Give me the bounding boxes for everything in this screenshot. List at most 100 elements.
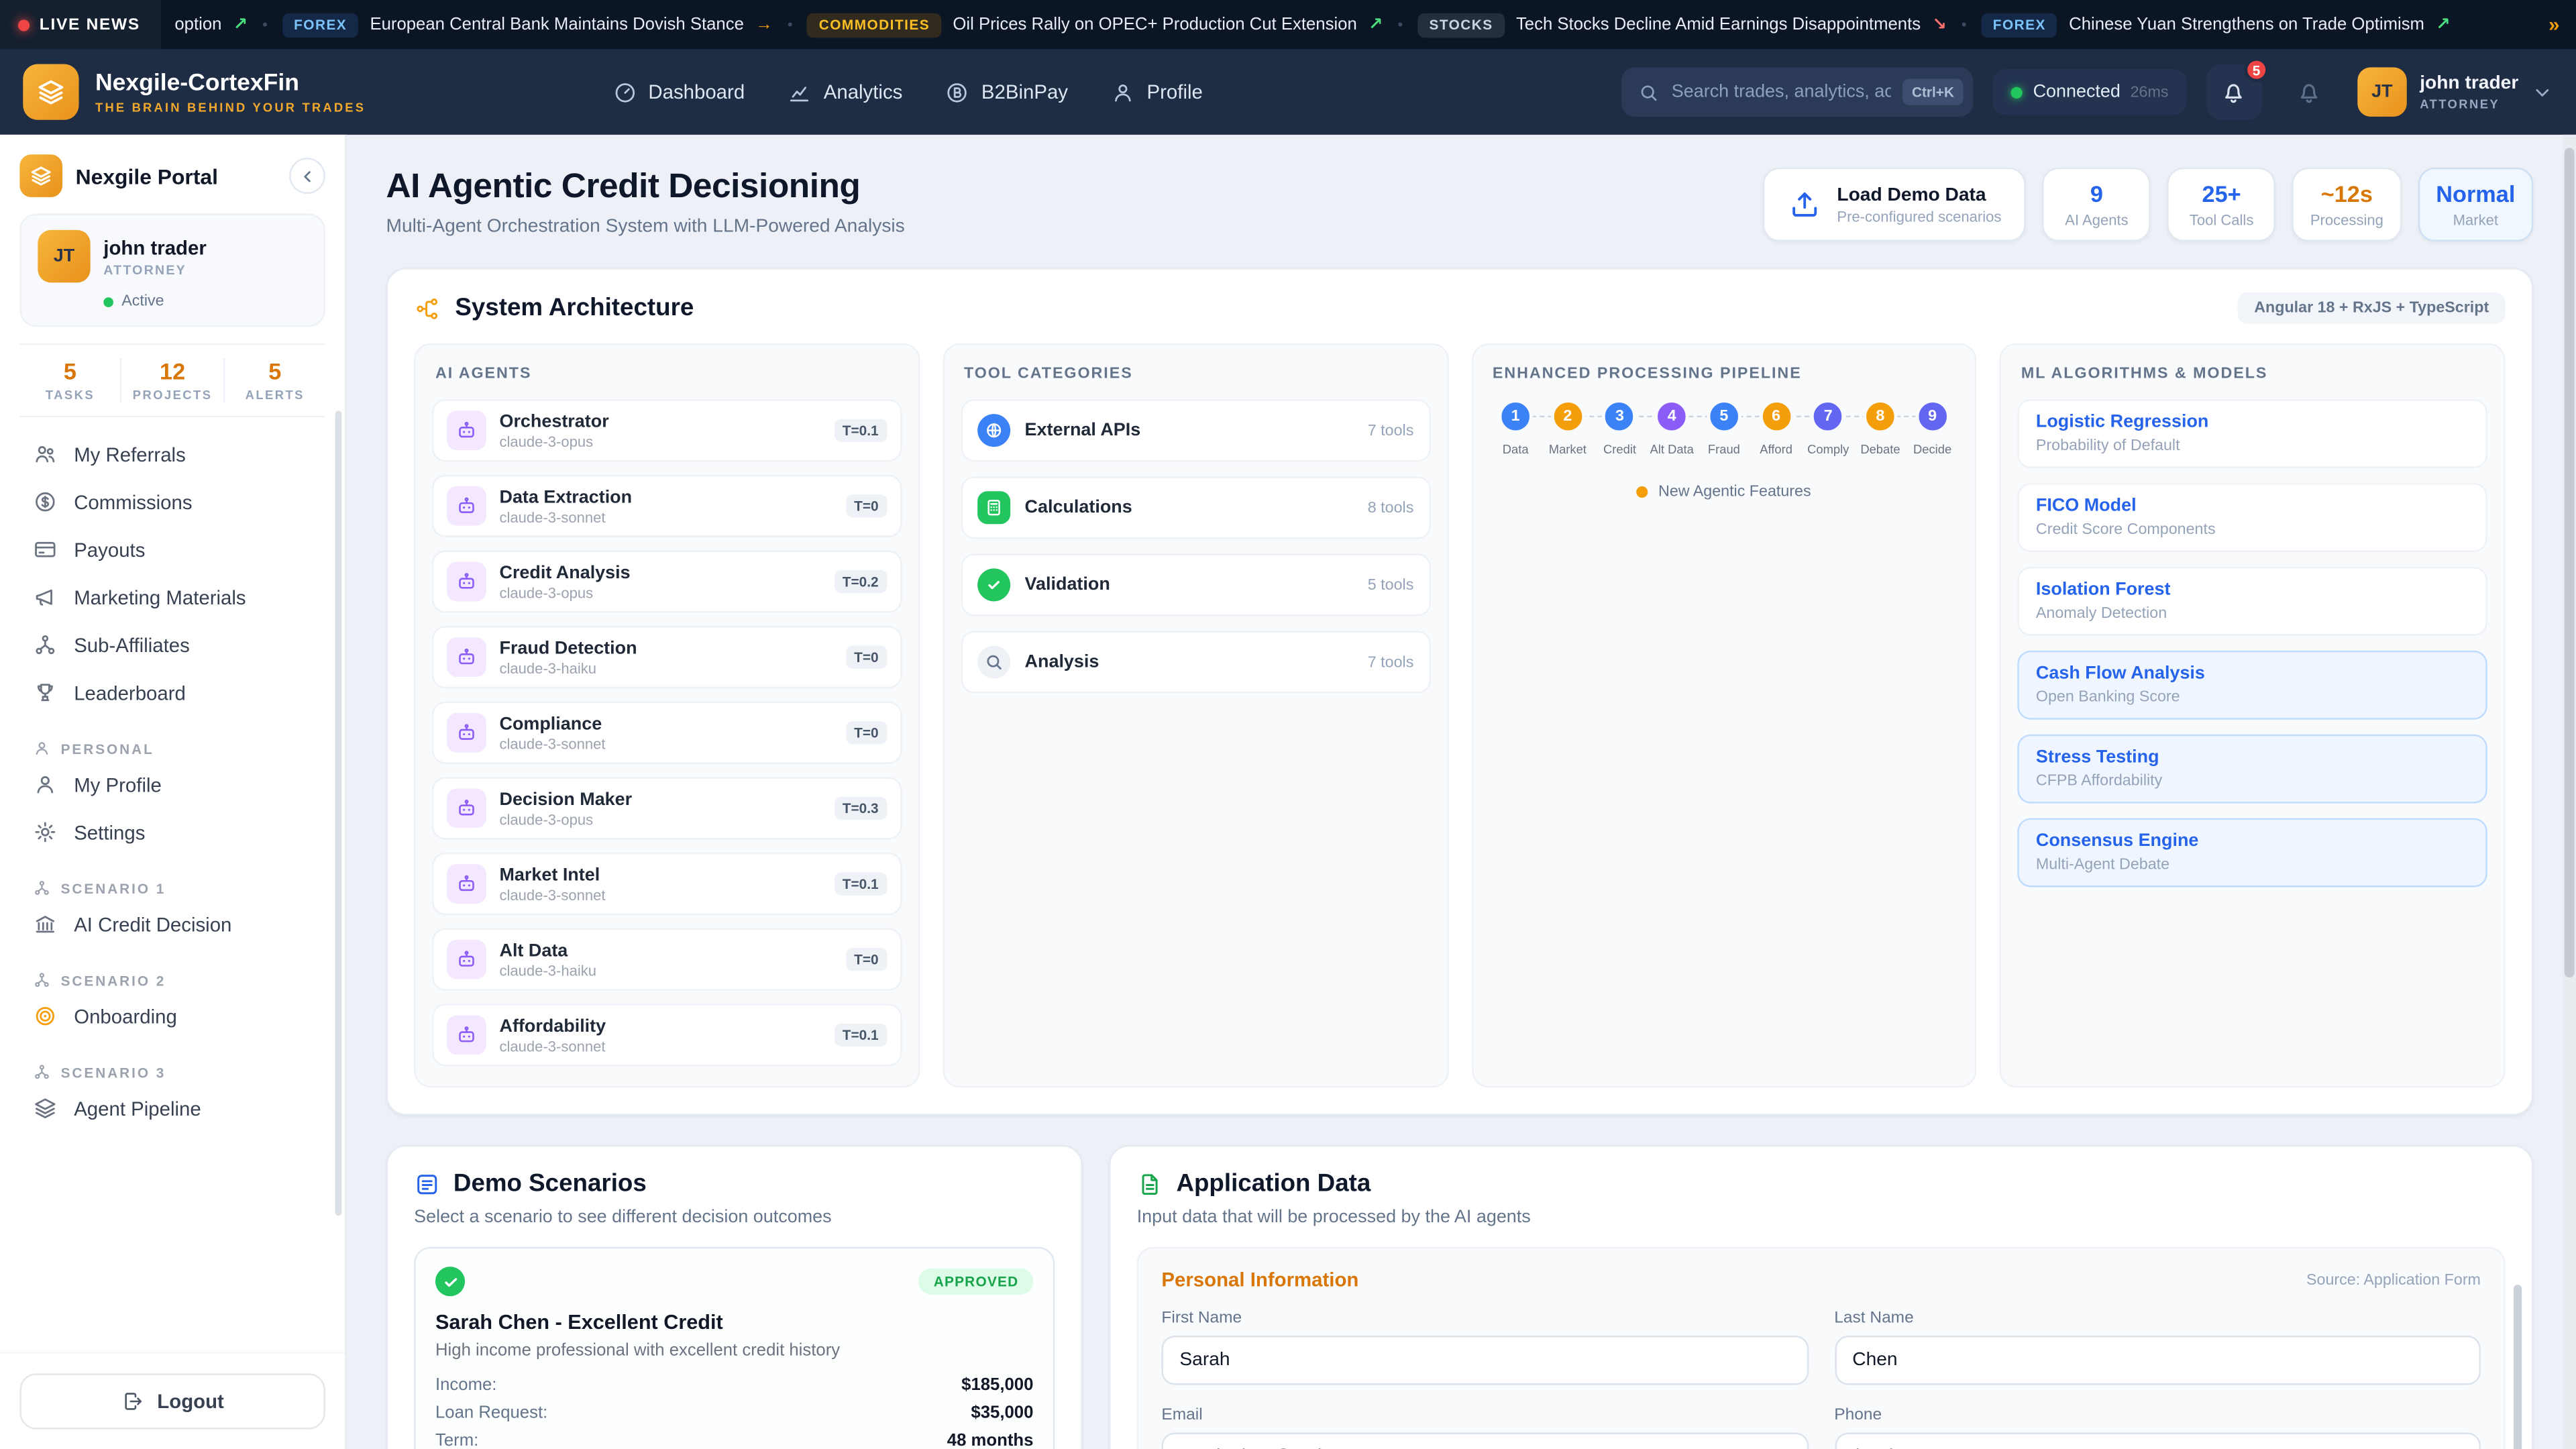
nav-profile[interactable]: Profile bbox=[1111, 80, 1203, 105]
sidebar-item-commissions[interactable]: Commissions bbox=[19, 478, 325, 526]
layers-icon bbox=[23, 64, 78, 120]
agent-temperature-badge: T=0 bbox=[846, 948, 887, 971]
check-circle-icon bbox=[435, 1267, 465, 1296]
ticker-item[interactable]: COMMODITIES Oil Prices Rally on OPEC+ Pr… bbox=[808, 12, 1383, 37]
sidebar-item-agent-pipeline[interactable]: Agent Pipeline bbox=[19, 1084, 325, 1132]
agent-model: claude-3-sonnet bbox=[499, 886, 820, 902]
pipeline-step: 4 Alt Data bbox=[1649, 399, 1695, 457]
agent-item: Alt Data claude-3-haiku T=0 bbox=[432, 928, 902, 991]
sidebar-item-my-referrals[interactable]: My Referrals bbox=[19, 431, 325, 478]
tool-category-calculations: Calculations 8 tools bbox=[961, 476, 1430, 539]
agent-item: Orchestrator claude-3-opus T=0.1 bbox=[432, 399, 902, 462]
pipeline-step-number: 6 bbox=[1759, 399, 1793, 433]
ticker-item[interactable]: FOREX Chinese Yuan Strengthens on Trade … bbox=[1982, 12, 2451, 37]
layers-icon bbox=[19, 154, 62, 197]
sidebar-item-onboarding[interactable]: Onboarding bbox=[19, 992, 325, 1040]
nav-dashboard[interactable]: Dashboard bbox=[612, 80, 745, 105]
agent-item: Compliance claude-3-sonnet T=0 bbox=[432, 702, 902, 764]
demo-scenarios-card: Demo Scenarios Select a scenario to see … bbox=[386, 1145, 1083, 1449]
notifications-button[interactable]: 5 bbox=[2206, 64, 2262, 120]
top-nav: Dashboard Analytics B2BinPay Profile bbox=[612, 80, 1203, 105]
ticker-next-icon[interactable]: » bbox=[2548, 13, 2559, 36]
app-header: Nexgile-CortexFin THE BRAIN BEHIND YOUR … bbox=[0, 49, 2576, 134]
ticker-item[interactable]: STOCKS Tech Stocks Decline Amid Earnings… bbox=[1417, 12, 1947, 37]
tool-category-analysis: Analysis 7 tools bbox=[961, 631, 1430, 693]
agent-model: claude-3-sonnet bbox=[499, 1038, 820, 1054]
bell-icon bbox=[2296, 78, 2324, 106]
page-title: AI Agentic Credit Decisioning bbox=[386, 168, 905, 207]
ai-agents-column: AI AGENTS Orchestrator claude-3-opus T=0… bbox=[414, 343, 920, 1087]
page-scrollbar-thumb[interactable] bbox=[2565, 148, 2575, 977]
header-right-cluster: Ctrl+K Connected 26ms 5 JT john trader A… bbox=[1622, 64, 2553, 120]
nav-b2binpay[interactable]: B2BinPay bbox=[945, 80, 1068, 105]
agent-name: Decision Maker bbox=[499, 790, 820, 809]
sidebar-section-personal: PERSONAL bbox=[19, 733, 325, 761]
tool-categories-column: TOOL CATEGORIES External APIs 7 tools bbox=[943, 343, 1448, 1087]
chevron-down-icon bbox=[2532, 81, 2553, 103]
sidebar-item-sub-affiliates[interactable]: Sub-Affiliates bbox=[19, 621, 325, 669]
stat-projects: 12PROJECTS bbox=[121, 358, 223, 402]
robot-icon bbox=[447, 486, 486, 526]
global-search: Ctrl+K bbox=[1622, 67, 1974, 116]
magnifier-icon bbox=[977, 645, 1010, 678]
sidebar-scrollbar[interactable] bbox=[335, 411, 342, 1216]
pipeline-step: 8 Debate bbox=[1858, 399, 1904, 457]
robot-icon bbox=[447, 864, 486, 904]
logout-button[interactable]: Logout bbox=[19, 1373, 325, 1429]
approved-badge: APPROVED bbox=[919, 1269, 1034, 1295]
pipeline-step: 5 Fraud bbox=[1701, 399, 1748, 457]
ticker-item[interactable]: option ↗ bbox=[174, 15, 248, 34]
b2binpay-icon bbox=[945, 80, 970, 105]
brand-tagline: THE BRAIN BEHIND YOUR TRADES bbox=[95, 99, 366, 114]
sidebar-stats: 5TASKS 12PROJECTS 5ALERTS bbox=[19, 343, 325, 417]
sidebar-item-settings[interactable]: Settings bbox=[19, 808, 325, 856]
sidebar-user-card: JT john trader ATTORNEY Active bbox=[19, 213, 325, 327]
user-role: ATTORNEY bbox=[103, 262, 206, 277]
first-name-input[interactable] bbox=[1161, 1336, 1808, 1385]
sidebar-item-my-profile[interactable]: My Profile bbox=[19, 761, 325, 808]
stat-alerts: 5ALERTS bbox=[223, 358, 325, 402]
ticker-category-badge: COMMODITIES bbox=[808, 12, 942, 37]
last-name-input[interactable] bbox=[1834, 1336, 2481, 1385]
agent-temperature-badge: T=0 bbox=[846, 494, 887, 517]
agent-name: Credit Analysis bbox=[499, 563, 820, 582]
pipeline-step-label: Alt Data bbox=[1650, 442, 1694, 457]
field-phone: Phone bbox=[1834, 1406, 2481, 1449]
sidebar-item-leaderboard[interactable]: Leaderboard bbox=[19, 669, 325, 716]
page-scrollbar[interactable] bbox=[2563, 135, 2576, 1449]
agent-temperature-badge: T=0.1 bbox=[835, 872, 887, 895]
agent-name: Alt Data bbox=[499, 941, 833, 960]
user-menu[interactable]: JT john trader ATTORNEY bbox=[2357, 67, 2553, 116]
sidebar-item-payouts[interactable]: Payouts bbox=[19, 526, 325, 574]
sidebar-item-marketing-materials[interactable]: Marketing Materials bbox=[19, 574, 325, 621]
document-icon bbox=[1137, 1171, 1163, 1197]
search-input[interactable] bbox=[1672, 82, 1890, 101]
network-icon bbox=[33, 879, 51, 897]
users-icon bbox=[33, 442, 58, 467]
email-input[interactable] bbox=[1161, 1433, 1808, 1449]
sidebar-collapse-button[interactable] bbox=[289, 158, 325, 194]
architecture-title: System Architecture bbox=[455, 294, 694, 322]
demo-scenarios-subtitle: Select a scenario to see different decis… bbox=[414, 1208, 1055, 1227]
pipeline-step-label: Market bbox=[1549, 442, 1587, 457]
page-header: AI Agentic Credit Decisioning Multi-Agen… bbox=[386, 168, 2534, 241]
scenario-card-approved[interactable]: APPROVED Sarah Chen - Excellent Credit H… bbox=[414, 1247, 1055, 1449]
sidebar-menu: My Referrals Commissions Payouts Marketi… bbox=[19, 431, 325, 1132]
phone-input[interactable] bbox=[1834, 1433, 2481, 1449]
agent-name: Data Extraction bbox=[499, 487, 833, 506]
alerts-button[interactable] bbox=[2282, 64, 2337, 120]
dollar-icon bbox=[33, 490, 58, 515]
robot-icon bbox=[447, 940, 486, 979]
personal-information-panel: Personal Information Source: Application… bbox=[1137, 1247, 2506, 1449]
load-demo-data-button[interactable]: Load Demo Data Pre-configured scenarios bbox=[1763, 168, 2026, 241]
ticker-item[interactable]: FOREX European Central Bank Maintains Do… bbox=[282, 12, 773, 37]
nav-analytics[interactable]: Analytics bbox=[788, 80, 903, 105]
pipeline-step-label: Comply bbox=[1807, 442, 1849, 457]
sidebar-footer: Logout bbox=[0, 1352, 345, 1449]
legend-dot-icon bbox=[1637, 486, 1648, 498]
card-scrollbar[interactable] bbox=[2514, 1285, 2522, 1449]
sidebar-item-ai-credit-decision[interactable]: AI Credit Decision bbox=[19, 900, 325, 948]
pipeline-step-number: 9 bbox=[1915, 399, 1949, 433]
ml-model-logistic-regression: Logistic RegressionProbability of Defaul… bbox=[2018, 399, 2487, 468]
pipeline-step: 9 Decide bbox=[1909, 399, 1955, 457]
